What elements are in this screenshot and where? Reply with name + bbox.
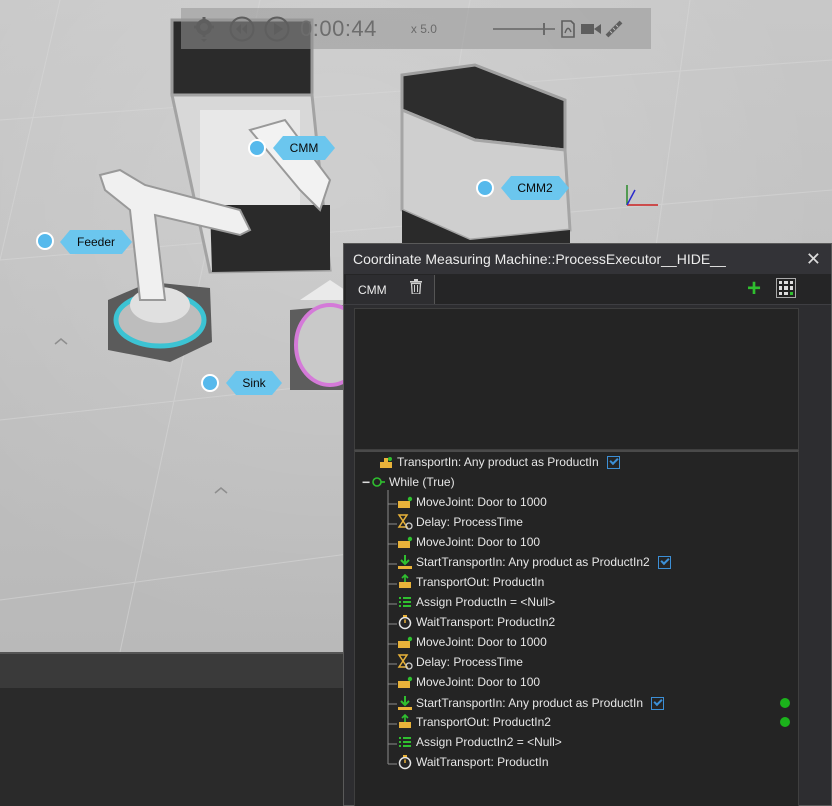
statement-label: WaitTransport: ProductIn2: [416, 615, 556, 629]
statement-row[interactable]: MoveJoint: Door to 1000: [397, 493, 547, 511]
pdf-icon[interactable]: [560, 19, 576, 38]
hourglass-icon: [397, 514, 413, 530]
active-status-dot: [780, 717, 790, 727]
statement-row[interactable]: StartTransportIn: Any product as Product…: [397, 694, 665, 712]
gear-icon[interactable]: [193, 16, 215, 42]
statement-label: TransportOut: ProductIn: [416, 575, 545, 589]
statement-row[interactable]: While (True): [370, 473, 455, 491]
panel-title: Coordinate Measuring Machine::ProcessExe…: [353, 251, 726, 267]
simulation-time: 0:00:44: [300, 15, 377, 41]
statement-label: Delay: ProcessTime: [416, 655, 523, 669]
cmm2-label[interactable]: CMM2: [501, 176, 569, 200]
cmm-label[interactable]: CMM: [273, 136, 335, 160]
process-executor-panel: Coordinate Measuring Machine::ProcessExe…: [343, 243, 832, 806]
start-transport-icon: [397, 695, 413, 711]
move-joint-icon: [397, 634, 413, 650]
statement-row[interactable]: TransportOut: ProductIn2: [397, 713, 551, 731]
3d-viewport[interactable]: 0:00:44 x 5.0 CMM CMM2 Feeder Sink Coord…: [0, 0, 832, 806]
statement-tree: − TransportIn: Any product as ProductIn W…: [354, 450, 799, 806]
cmm-marker-dot[interactable]: [248, 139, 266, 157]
transport-out-icon: [397, 573, 413, 590]
statement-label: Assign ProductIn = <Null>: [416, 595, 556, 609]
statement-label: While (True): [389, 475, 455, 489]
start-transport-icon: [397, 554, 413, 570]
speed-slider[interactable]: [492, 22, 555, 36]
playback-bar: 0:00:44 x 5.0: [181, 8, 651, 49]
statement-label: Assign ProductIn2 = <Null>: [416, 735, 562, 749]
statement-row[interactable]: MoveJoint: Door to 100: [397, 673, 540, 691]
assign-icon: [397, 734, 413, 750]
sink-marker-dot[interactable]: [201, 374, 219, 392]
collapse-while-icon[interactable]: −: [362, 474, 370, 490]
loop-icon: [370, 474, 386, 490]
stopwatch-icon: [397, 614, 413, 630]
close-icon[interactable]: ✕: [806, 249, 821, 270]
sink-label[interactable]: Sink: [226, 371, 282, 395]
stopwatch-icon: [397, 754, 413, 770]
add-statement-icon[interactable]: +: [747, 277, 761, 301]
statement-row[interactable]: Delay: ProcessTime: [397, 513, 523, 531]
move-joint-icon: [397, 534, 413, 550]
axis-gizmo: [626, 185, 658, 206]
statement-row[interactable]: Assign ProductIn2 = <Null>: [397, 733, 562, 751]
simulation-speed: x 5.0: [410, 21, 437, 36]
transport-out-icon: [397, 713, 413, 730]
product-filter-checkbox-icon[interactable]: [606, 455, 620, 469]
statement-label: Delay: ProcessTime: [416, 515, 523, 529]
cmm2-machine: [400, 63, 572, 245]
properties-area: [354, 308, 799, 450]
statement-label: WaitTransport: ProductIn: [416, 755, 549, 769]
measure-icon[interactable]: [605, 20, 623, 38]
play-icon[interactable]: [264, 16, 290, 42]
statement-label: TransportOut: ProductIn2: [416, 715, 551, 729]
statement-row[interactable]: StartTransportIn: Any product as Product…: [397, 553, 671, 571]
statement-label: MoveJoint: Door to 1000: [416, 495, 547, 509]
assign-icon: [397, 594, 413, 610]
grid-menu-icon[interactable]: [776, 278, 796, 298]
feeder-label[interactable]: Feeder: [60, 230, 132, 254]
video-camera-icon[interactable]: [580, 22, 602, 36]
statement-label: MoveJoint: Door to 1000: [416, 635, 547, 649]
statement-label: MoveJoint: Door to 100: [416, 675, 541, 689]
statement-label: StartTransportIn: Any product as Product…: [416, 555, 650, 569]
statement-row[interactable]: MoveJoint: Door to 1000: [397, 633, 547, 651]
hourglass-icon: [397, 654, 413, 670]
product-filter-checkbox-icon[interactable]: [651, 696, 665, 710]
statement-label: MoveJoint: Door to 100: [416, 535, 541, 549]
panel-title-bar: Coordinate Measuring Machine::ProcessExe…: [344, 244, 831, 274]
statement-row[interactable]: WaitTransport: ProductIn2: [397, 613, 555, 631]
rewind-icon[interactable]: [229, 16, 255, 42]
active-status-dot: [780, 698, 790, 708]
statement-label: TransportIn: Any product as ProductIn: [397, 455, 599, 469]
transport-in-icon: [378, 454, 394, 470]
move-joint-icon: [397, 494, 413, 510]
statement-label: StartTransportIn: Any product as Product…: [416, 696, 644, 710]
move-joint-icon: [397, 674, 413, 690]
panel-tab-row: CMM +: [344, 274, 831, 305]
statement-row[interactable]: TransportOut: ProductIn: [397, 573, 544, 591]
statement-row[interactable]: Delay: ProcessTime: [397, 653, 523, 671]
statement-row[interactable]: Assign ProductIn = <Null>: [397, 593, 555, 611]
cmm2-marker-dot[interactable]: [476, 179, 494, 197]
tab-cmm[interactable]: CMM: [346, 275, 435, 304]
product-filter-checkbox-icon[interactable]: [657, 555, 671, 569]
trash-icon[interactable]: [410, 279, 422, 298]
tab-cmm-label: CMM: [358, 283, 387, 297]
statement-row[interactable]: WaitTransport: ProductIn: [397, 753, 549, 771]
statement-row[interactable]: MoveJoint: Door to 100: [397, 533, 540, 551]
feeder-marker-dot[interactable]: [36, 232, 54, 250]
statement-row[interactable]: TransportIn: Any product as ProductIn: [378, 453, 620, 471]
